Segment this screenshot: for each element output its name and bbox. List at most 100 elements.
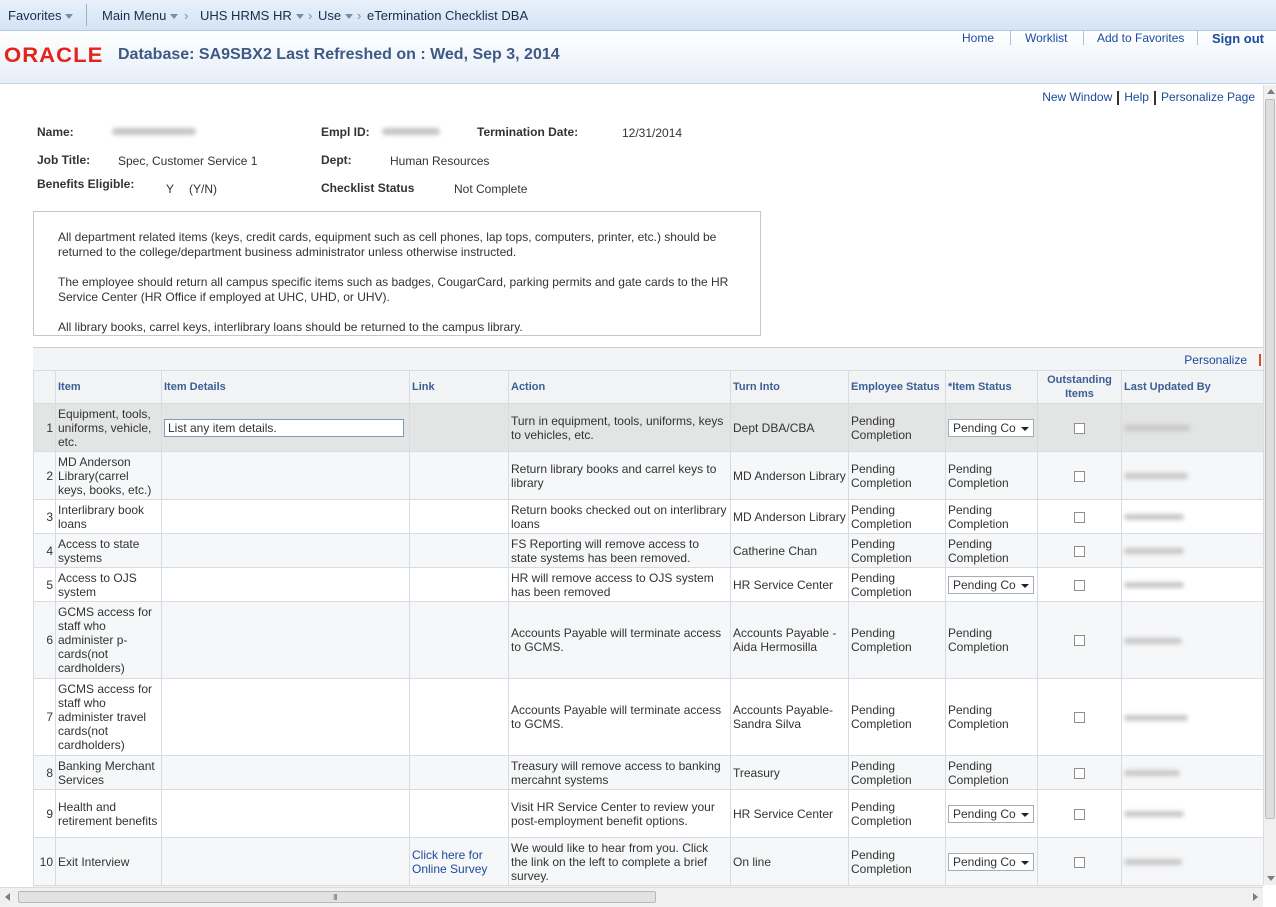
outstanding-items-checkbox[interactable] — [1074, 767, 1085, 779]
link-cell — [409, 567, 509, 602]
benefits-eligible-hint: (Y/N) — [189, 182, 217, 196]
job-title-label: Job Title: — [37, 153, 91, 167]
redacted-user — [1124, 770, 1180, 777]
employee-status-cell: Pending Completion — [848, 533, 946, 568]
outstanding-items-cell — [1037, 567, 1122, 602]
grid-divider — [1259, 354, 1261, 366]
item-status-dropdown[interactable]: Pending Co — [948, 575, 1034, 594]
breadcrumb-arrow-icon: › — [184, 8, 189, 23]
scroll-down-icon[interactable] — [1267, 876, 1275, 881]
item-details-cell — [161, 601, 410, 679]
main-menu[interactable]: Main Menu — [102, 8, 179, 23]
item-details-input[interactable] — [164, 418, 404, 437]
column-header-item-details[interactable]: Item Details — [161, 370, 410, 404]
instruction-text: All department related items (keys, cred… — [58, 230, 717, 259]
action-cell: Visit HR Service Center to review your p… — [508, 789, 731, 838]
column-header-turn-into[interactable]: Turn Into — [730, 370, 849, 404]
column-header-outstanding-items[interactable]: Outstanding Items — [1037, 370, 1122, 404]
scrollbar-thumb[interactable] — [18, 891, 656, 903]
item-cell: Banking Merchant Services — [55, 755, 162, 790]
action-cell: Return library books and carrel keys to … — [508, 451, 731, 500]
grid-personalize-link[interactable]: Personalize — [1184, 353, 1247, 367]
column-header-last-updated-by[interactable]: Last Updated By — [1121, 370, 1263, 404]
breadcrumb-use[interactable]: Use — [318, 8, 354, 23]
outstanding-items-checkbox[interactable] — [1074, 808, 1085, 820]
item-status-cell: Pending Completion — [945, 499, 1038, 534]
instruction-text: All library books, carrel keys, interlib… — [58, 320, 523, 334]
scroll-up-icon[interactable] — [1267, 89, 1275, 94]
turn-into-cell: Accounts Payable- Sandra Silva — [730, 678, 849, 756]
item-status-dropdown[interactable]: Pending Co — [948, 852, 1034, 871]
scrollbar-thumb[interactable] — [1265, 99, 1275, 819]
online-survey-link[interactable]: Click here for Online Survey — [412, 848, 487, 876]
outstanding-items-checkbox[interactable] — [1074, 545, 1085, 557]
link-divider — [1197, 31, 1198, 45]
help-link[interactable]: Help — [1124, 90, 1149, 104]
chevron-down-icon — [345, 14, 354, 20]
link-cell: Click here for Online Survey — [409, 837, 509, 886]
add-to-favorites-link[interactable]: Add to Favorites — [1097, 31, 1184, 45]
column-header-action[interactable]: Action — [508, 370, 731, 404]
last-updated-by-cell — [1121, 755, 1263, 790]
new-window-link[interactable]: New Window — [1042, 90, 1112, 104]
link-divider — [1083, 31, 1084, 45]
breadcrumb-uhs-hrms-hr[interactable]: UHS HRMS HR — [200, 8, 304, 23]
column-header-employee-status[interactable]: Employee Status — [848, 370, 946, 404]
worklist-link[interactable]: Worklist — [1025, 31, 1067, 45]
outstanding-items-checkbox[interactable] — [1074, 579, 1085, 591]
horizontal-scrollbar[interactable]: III — [0, 887, 1263, 907]
chevron-down-icon — [1021, 812, 1029, 817]
outstanding-items-checkbox[interactable] — [1074, 712, 1085, 724]
item-details-cell — [161, 755, 410, 790]
personalize-page-link[interactable]: Personalize Page — [1161, 90, 1255, 104]
outstanding-items-checkbox[interactable] — [1074, 856, 1085, 868]
breadcrumb-arrow-icon: › — [308, 8, 313, 23]
outstanding-items-checkbox[interactable] — [1074, 470, 1085, 482]
favorites-menu[interactable]: Favorites — [8, 8, 74, 23]
name-label: Name: — [37, 125, 74, 139]
home-link[interactable]: Home — [962, 31, 994, 45]
employee-status-cell: Pending Completion — [848, 451, 946, 500]
column-header-link[interactable]: Link — [409, 370, 509, 404]
employee-status-cell: Pending Completion — [848, 403, 946, 452]
scroll-left-icon[interactable] — [5, 893, 10, 901]
breadcrumb-current-page: eTermination Checklist DBA — [367, 8, 529, 23]
last-updated-by-cell — [1121, 837, 1263, 886]
checklist-status-value: Not Complete — [454, 182, 528, 196]
item-status-selected: Pending Co — [953, 806, 1016, 821]
row-number: 6 — [33, 601, 56, 679]
outstanding-items-checkbox[interactable] — [1074, 422, 1085, 434]
item-details-cell — [161, 567, 410, 602]
redacted-user — [1124, 425, 1190, 432]
item-status-cell: Pending Completion — [945, 533, 1038, 568]
turn-into-cell: MD Anderson Library — [730, 451, 849, 500]
employee-status-cell: Pending Completion — [848, 499, 946, 534]
item-status-cell: Pending Co — [945, 403, 1038, 452]
item-status-dropdown[interactable]: Pending Co — [948, 418, 1034, 437]
turn-into-cell: HR Service Center — [730, 789, 849, 838]
vertical-scrollbar[interactable] — [1263, 85, 1276, 885]
column-header-item[interactable]: Item — [55, 370, 162, 404]
redacted-user — [1124, 714, 1188, 721]
item-cell: Access to OJS system — [55, 567, 162, 602]
main-menu-label: Main Menu — [102, 8, 167, 23]
chevron-down-icon — [1021, 860, 1029, 865]
sign-out-link[interactable]: Sign out — [1212, 31, 1264, 46]
checklist-status-label: Checklist Status — [321, 181, 415, 195]
item-cell: Exit Interview — [55, 837, 162, 886]
action-cell: FS Reporting will remove access to state… — [508, 533, 731, 568]
outstanding-items-checkbox[interactable] — [1074, 635, 1085, 647]
column-header-item-status[interactable]: *Item Status — [945, 370, 1038, 404]
row-number: 5 — [33, 567, 56, 602]
dept-label: Dept: — [321, 153, 352, 167]
breadcrumb-label: Use — [318, 8, 342, 23]
employee-status-cell: Pending Completion — [848, 789, 946, 838]
last-updated-by-cell — [1121, 789, 1263, 838]
item-status-cell: Pending Co — [945, 567, 1038, 602]
instructions-box: All department related items (keys, cred… — [33, 211, 761, 336]
outstanding-items-checkbox[interactable] — [1074, 511, 1085, 523]
action-cell: Accounts Payable will terminate access t… — [508, 601, 731, 679]
item-cell: Interlibrary book loans — [55, 499, 162, 534]
item-status-dropdown[interactable]: Pending Co — [948, 804, 1034, 823]
scroll-right-icon[interactable] — [1253, 893, 1258, 901]
